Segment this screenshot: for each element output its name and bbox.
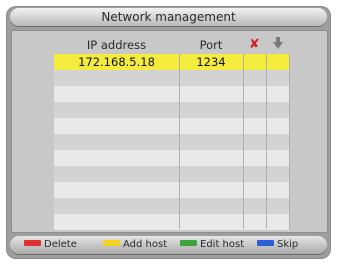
ip-address-cell: 172.168.5.18 — [78, 55, 155, 69]
delete-mark-cell[interactable] — [243, 70, 266, 86]
port-cell — [179, 102, 243, 118]
move-mark-cell[interactable] — [266, 182, 289, 198]
table-row[interactable] — [54, 214, 289, 230]
move-mark-cell[interactable] — [266, 70, 289, 86]
ip-address-cell — [54, 166, 179, 182]
green-key-icon — [180, 240, 197, 246]
ip-address-cell — [54, 70, 179, 86]
port-cell — [179, 182, 243, 198]
delete-mark-cell[interactable] — [243, 86, 266, 102]
table-row[interactable] — [54, 118, 289, 134]
column-divider — [289, 54, 290, 229]
delete-mark-cell[interactable] — [243, 198, 266, 214]
ip-address-cell — [54, 182, 179, 198]
arrow-down-icon — [266, 37, 289, 53]
table-row[interactable] — [54, 166, 289, 182]
host-table: IP address Port ✘ 172.168.5.18 1234 — [54, 37, 299, 230]
table-row[interactable] — [54, 102, 289, 118]
skip-key-hint[interactable]: Skip — [257, 236, 298, 254]
port-cell: 1234 — [196, 55, 226, 69]
table-row[interactable] — [54, 86, 289, 102]
red-key-icon — [24, 240, 41, 246]
move-mark-cell[interactable] — [266, 118, 289, 134]
move-mark-cell[interactable] — [266, 198, 289, 214]
column-divider — [243, 54, 244, 229]
host-list-panel: IP address Port ✘ 172.168.5.18 1234 — [11, 30, 328, 233]
table-row[interactable] — [54, 134, 289, 150]
ip-address-cell — [54, 86, 179, 102]
ip-address-cell — [54, 118, 179, 134]
port-cell — [179, 118, 243, 134]
edit-host-key-hint[interactable]: Edit host — [180, 236, 244, 254]
port-cell — [179, 166, 243, 182]
move-mark-cell[interactable] — [266, 166, 289, 182]
header-port: Port — [199, 38, 223, 52]
delete-mark-cell[interactable] — [243, 54, 266, 70]
delete-mark-cell[interactable] — [243, 150, 266, 166]
close-x-icon: ✘ — [249, 37, 260, 52]
title-bar: Network management — [10, 8, 327, 26]
function-key-bar: Delete Add host Edit host Skip — [10, 236, 327, 254]
edit-host-label: Edit host — [200, 239, 245, 250]
table-row[interactable] — [54, 150, 289, 166]
header-ip-address: IP address — [86, 38, 147, 52]
table-row[interactable] — [54, 182, 289, 198]
port-cell — [179, 134, 243, 150]
port-cell — [179, 198, 243, 214]
port-cell — [179, 214, 243, 230]
delete-label: Delete — [44, 239, 77, 250]
table-row[interactable] — [54, 70, 289, 86]
page-title: Network management — [101, 10, 236, 24]
ip-address-cell — [54, 214, 179, 230]
delete-mark-cell[interactable] — [243, 214, 266, 230]
table-row[interactable]: 172.168.5.18 1234 — [54, 54, 289, 70]
delete-mark-cell[interactable] — [243, 102, 266, 118]
delete-mark-cell[interactable] — [243, 118, 266, 134]
ip-address-cell — [54, 102, 179, 118]
table-row[interactable] — [54, 198, 289, 214]
move-mark-cell[interactable] — [266, 102, 289, 118]
ip-address-cell — [54, 150, 179, 166]
port-cell — [179, 70, 243, 86]
port-cell — [179, 150, 243, 166]
skip-label: Skip — [277, 239, 299, 250]
move-mark-cell[interactable] — [266, 54, 289, 70]
delete-mark-cell[interactable] — [243, 134, 266, 150]
table-header: IP address Port ✘ — [54, 37, 299, 53]
ip-address-cell — [54, 198, 179, 214]
move-mark-cell[interactable] — [266, 214, 289, 230]
add-host-label: Add host — [123, 239, 168, 250]
delete-mark-cell[interactable] — [243, 166, 266, 182]
ip-address-cell — [54, 134, 179, 150]
column-divider — [266, 54, 267, 229]
blue-key-icon — [257, 240, 274, 246]
yellow-key-icon — [103, 240, 120, 246]
delete-mark-cell[interactable] — [243, 182, 266, 198]
add-host-key-hint[interactable]: Add host — [103, 236, 167, 254]
column-divider — [179, 54, 180, 229]
move-mark-cell[interactable] — [266, 134, 289, 150]
port-cell — [179, 86, 243, 102]
move-mark-cell[interactable] — [266, 86, 289, 102]
move-mark-cell[interactable] — [266, 150, 289, 166]
table-rows: 172.168.5.18 1234 — [54, 54, 289, 230]
delete-key-hint[interactable]: Delete — [24, 236, 77, 254]
